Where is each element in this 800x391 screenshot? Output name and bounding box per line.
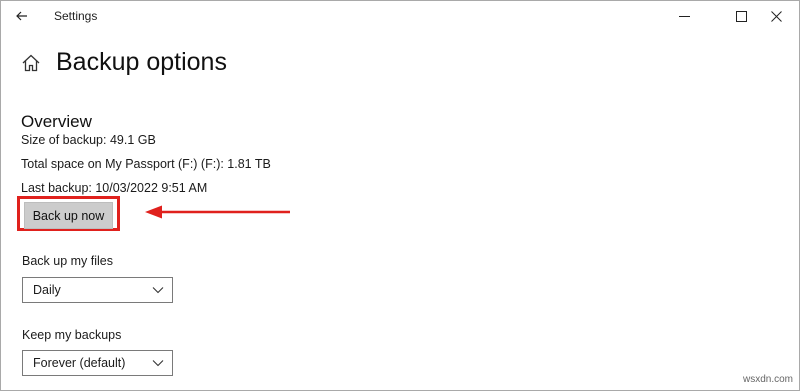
settings-window: Settings Backup options Overview Size of… — [0, 0, 800, 391]
minimize-icon — [678, 15, 690, 17]
overview-heading: Overview — [21, 112, 92, 131]
title-bar: Settings — [1, 1, 799, 32]
keep-backups-value: Forever (default) — [33, 356, 126, 370]
maximize-icon — [735, 10, 747, 22]
back-arrow-icon — [16, 11, 27, 21]
minimize-button[interactable] — [661, 1, 707, 31]
size-of-backup-text: Size of backup: 49.1 GB — [21, 133, 156, 147]
back-up-now-button[interactable]: Back up now — [24, 202, 113, 229]
watermark-text: wsxdn.com — [742, 374, 793, 385]
total-space-text: Total space on My Passport (F:) (F:): 1.… — [21, 157, 271, 171]
last-backup-text: Last backup: 10/03/2022 9:51 AM — [21, 181, 208, 195]
chevron-down-icon — [152, 360, 164, 367]
page-title: Backup options — [56, 48, 227, 76]
home-icon[interactable] — [21, 53, 41, 73]
app-title: Settings — [54, 9, 98, 23]
backup-frequency-value: Daily — [33, 283, 61, 297]
keep-backups-dropdown[interactable]: Forever (default) — [22, 350, 173, 376]
close-button[interactable] — [753, 1, 799, 31]
chevron-down-icon — [152, 287, 164, 294]
back-button[interactable] — [11, 6, 33, 26]
back-up-my-files-label: Back up my files — [22, 254, 114, 268]
backup-frequency-dropdown[interactable]: Daily — [22, 277, 173, 303]
annotation-arrow — [145, 205, 290, 219]
close-icon — [770, 10, 782, 22]
keep-my-backups-label: Keep my backups — [22, 328, 122, 342]
